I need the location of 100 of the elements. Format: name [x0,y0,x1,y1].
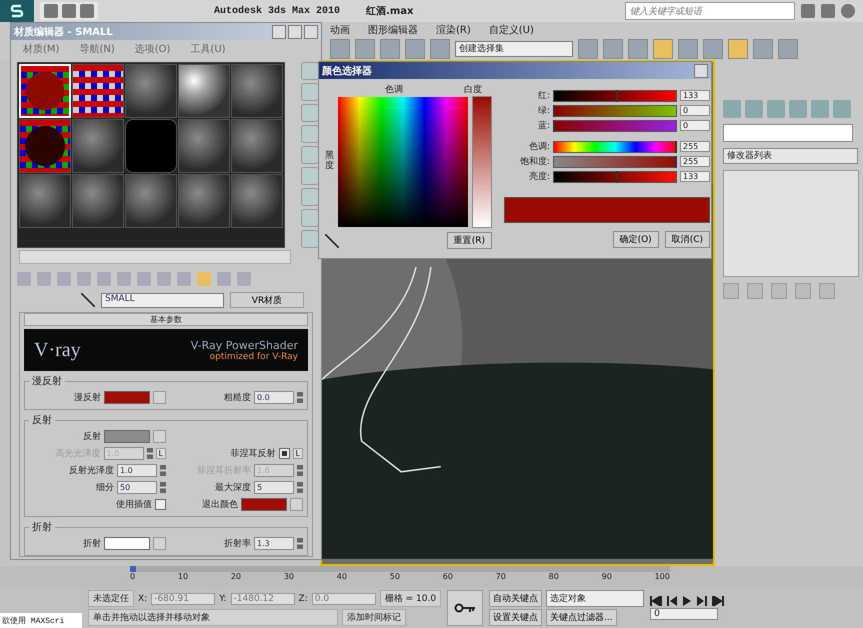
color-swatch[interactable] [241,498,287,511]
map-button[interactable] [153,430,166,443]
parameter-label: 反射光泽度 [69,464,114,477]
slider-label: 色调: [528,140,550,153]
parameter-label: 折射 [83,538,101,550]
slider-thumb[interactable] [616,90,618,102]
app-title: Autodesk 3ds Max 2010 [214,6,340,16]
spinner-field[interactable]: 5 [254,481,294,494]
material-slot[interactable] [178,64,230,118]
current-frame-field[interactable]: 0 [650,608,718,620]
slider-thumb[interactable] [616,170,618,182]
rollout-header[interactable]: 基本参数 [24,313,308,326]
menu-item[interactable]: 导航(N) [79,42,115,56]
spinner-arrows-icon[interactable] [146,448,153,459]
color-slider[interactable] [553,156,677,168]
color-swatch[interactable] [104,391,150,404]
slider-value-field[interactable]: 255 [680,141,710,152]
parameter-label: 漫反射 [74,392,101,404]
key-filters-button[interactable]: 关键点过滤器... [546,609,617,626]
set-key-button[interactable]: 设置关键点 [489,609,542,626]
spinner-arrows-icon[interactable] [297,538,303,549]
spinner-field[interactable]: 50 [117,481,157,494]
color-slider[interactable] [553,120,677,132]
slider-label: 饱和度: [518,156,550,168]
tick-label: 0 [130,572,136,581]
tick-label: 100 [654,572,670,581]
auto-key-button[interactable]: 自动关键点 [489,590,542,607]
add-time-tag-button[interactable]: 添加时间标记 [342,609,406,626]
blackness-label: 黑度 [325,152,334,172]
color-swatch[interactable] [104,537,150,550]
whiteness-bar[interactable] [472,96,492,228]
material-name-field[interactable]: SMALL [101,292,224,308]
go-to-end-icon[interactable] [712,596,724,606]
color-slider[interactable] [553,170,677,182]
time-slider[interactable]: 0 10 20 30 40 50 60 70 80 90 100 [0,566,863,588]
maxscript-listener[interactable]: 欲使用 MAXScri [0,613,82,628]
slider-value-field[interactable]: 0 [680,105,710,116]
grid-size: 栅格 = 10.0 [380,590,442,607]
object-name-field[interactable] [723,124,853,142]
spinner-field[interactable]: 1.0 [117,464,157,477]
modifier-list-dropdown[interactable]: 修改器列表 [723,148,858,164]
spinner-arrows-icon[interactable] [297,392,303,403]
spinner-field[interactable]: 1.3 [254,537,294,550]
close-icon[interactable] [304,24,318,38]
ok-button[interactable]: 确定(O) [612,231,659,248]
material-type-button[interactable]: VR材质 [230,292,304,308]
spinner-arrows-icon[interactable] [297,482,303,493]
tick-label: 40 [336,572,347,581]
reset-button[interactable]: 重置(R) [446,232,492,249]
color-swatch[interactable] [104,430,150,443]
color-slider[interactable] [553,140,677,152]
key-icon[interactable] [447,590,484,626]
parameter-label: 反射 [83,430,101,443]
material-slot[interactable] [19,119,71,173]
menu-item[interactable]: 渲染(R) [436,22,471,36]
map-button[interactable] [153,537,166,550]
minimize-icon[interactable] [272,24,286,38]
next-frame-icon[interactable] [696,596,708,606]
menu-item[interactable]: 自定义(U) [488,22,534,36]
slider-label: 蓝: [536,120,550,132]
slider-value-field[interactable]: 133 [680,171,710,182]
close-icon[interactable] [694,64,708,78]
parameter-label: 使用插值 [116,498,152,511]
scrollbar[interactable] [19,250,291,264]
map-button[interactable] [153,391,166,404]
tick-label: 10 [178,572,188,581]
parameter-label: 菲涅耳反射 [230,448,276,460]
color-slider[interactable] [553,104,677,116]
checkbox[interactable] [155,499,166,510]
spinner-arrows-icon[interactable] [160,482,166,493]
vray-logo: V·ray [34,338,81,362]
spinner-field[interactable]: 0.0 [254,391,294,404]
menu-item[interactable]: 图形编辑器 [368,22,418,36]
modifier-stack[interactable] [723,170,859,277]
key-mode-dropdown[interactable]: 选定对象 [546,590,644,607]
spinner-arrows-icon[interactable] [160,465,166,476]
tick-label: 60 [442,572,453,581]
slider-value-field[interactable]: 255 [680,156,710,167]
previous-frame-icon[interactable] [666,596,678,606]
prompt-text: 单击并拖动以选择并移动对象 [88,609,338,626]
parameter-label: 细分 [96,482,114,494]
material-slot[interactable] [72,64,124,118]
parameter-label: 最大深度 [215,482,251,494]
menu-item[interactable]: 动画 [330,22,350,36]
hue-blackness-field[interactable] [338,97,468,227]
time-slider-thumb[interactable] [130,566,136,572]
slider-value-field[interactable]: 0 [680,120,710,131]
color-slider[interactable] [553,90,677,102]
slider-value-field[interactable]: 133 [680,90,710,101]
selection-set-dropdown[interactable]: 创建选择集 [455,40,573,56]
map-button[interactable] [290,498,303,511]
lock-button[interactable]: L [292,448,303,459]
spinner-arrows-icon[interactable] [297,465,303,476]
maximize-icon[interactable] [288,24,302,38]
checkbox[interactable] [278,448,290,459]
search-field[interactable]: 键入关键字或短语 [625,2,795,20]
cancel-button[interactable]: 取消(C) [664,231,710,248]
play-icon[interactable] [682,596,692,606]
go-to-start-icon[interactable] [650,596,662,606]
app-logo-icon[interactable] [0,0,34,22]
